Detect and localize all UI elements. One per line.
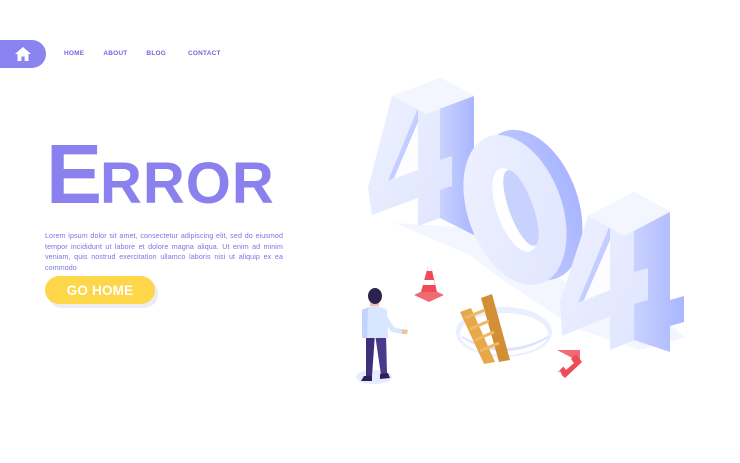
traffic-cone	[414, 266, 444, 302]
person	[356, 288, 408, 384]
fallen-traffic-cone	[557, 350, 582, 379]
digit-four-left	[368, 78, 474, 235]
error-404-illustration	[356, 78, 685, 384]
